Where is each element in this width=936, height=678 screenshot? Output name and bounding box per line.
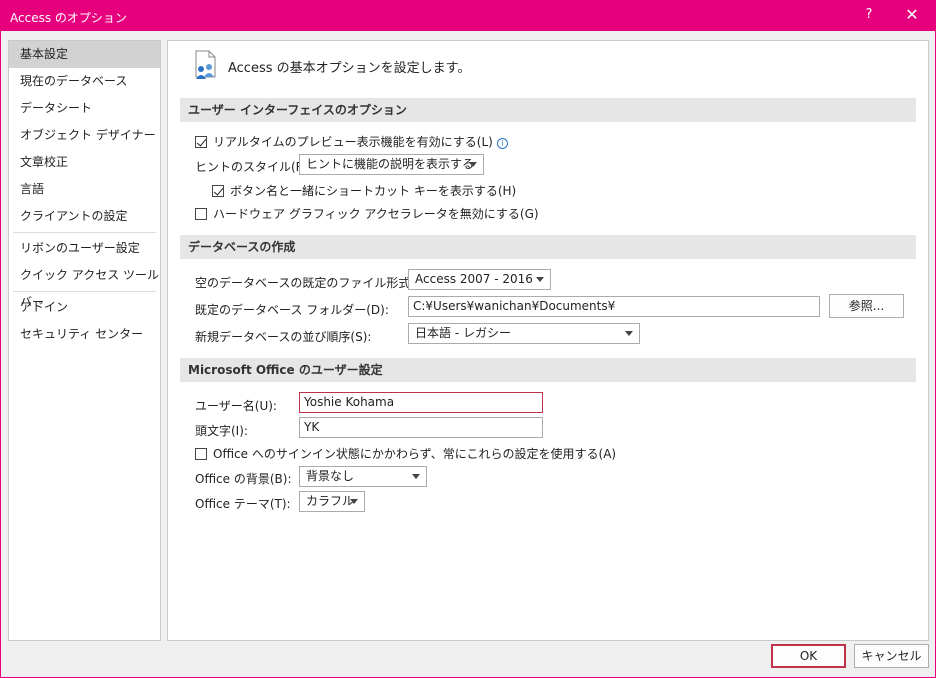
file-format-value: Access 2007 - 2016 [415, 272, 533, 286]
file-format-label: 空のデータベースの既定のファイル形式(F): [195, 276, 431, 290]
file-format-select[interactable]: Access 2007 - 2016 [408, 269, 551, 290]
nav-divider [13, 232, 156, 233]
always-use-option[interactable]: Office へのサインイン状態にかかわらず、常にこれらの設定を使用する(A) [195, 445, 616, 462]
office-theme-value: カラフル [306, 494, 355, 508]
options-people-icon [195, 50, 216, 79]
hw-accel-option[interactable]: ハードウェア グラフィック アクセラレータを無効にする(G) [195, 205, 539, 222]
nav-item-general[interactable]: 基本設定 [9, 41, 160, 68]
nav-item-customize-ribbon[interactable]: リボンのユーザー設定 [9, 235, 160, 262]
live-preview-option[interactable]: リアルタイムのプレビュー表示機能を有効にする(L) i [195, 133, 508, 150]
close-icon[interactable]: ✕ [899, 5, 925, 27]
nav-item-trust-center[interactable]: セキュリティ センター [9, 321, 160, 348]
chevron-down-icon [469, 162, 477, 167]
nav-item-object-designers[interactable]: オブジェクト デザイナー [9, 122, 160, 149]
nav-item-datasheet[interactable]: データシート [9, 95, 160, 122]
username-input[interactable]: Yoshie Kohama [299, 392, 543, 413]
always-use-label: Office へのサインイン状態にかかわらず、常にこれらの設定を使用する(A) [213, 447, 617, 461]
nav-item-current-database[interactable]: 現在のデータベース [9, 68, 160, 95]
cancel-button[interactable]: キャンセル [854, 644, 929, 668]
always-use-checkbox[interactable] [195, 448, 207, 460]
default-folder-label: 既定のデータベース フォルダー(D): [195, 303, 389, 317]
shortcut-keys-label: ボタン名と一緒にショートカット キーを表示する(H) [230, 184, 517, 198]
ok-button[interactable]: OK [771, 644, 846, 668]
office-theme-select[interactable]: カラフル [299, 491, 365, 512]
live-preview-label: リアルタイムのプレビュー表示機能を有効にする(L) [213, 135, 493, 149]
hw-accel-label: ハードウェア グラフィック アクセラレータを無効にする(G) [213, 207, 539, 221]
sort-order-label: 新規データベースの並び順序(S): [195, 330, 372, 344]
chevron-down-icon [625, 331, 633, 336]
section-office-settings: Microsoft Office のユーザー設定 [180, 358, 916, 382]
nav-item-proofing[interactable]: 文章校正 [9, 149, 160, 176]
hw-accel-checkbox[interactable] [195, 208, 207, 220]
chevron-down-icon [412, 474, 420, 479]
tooltip-style-select[interactable]: ヒントに機能の説明を表示する [299, 154, 484, 175]
help-icon[interactable]: ? [859, 7, 879, 25]
sort-order-value: 日本語 - レガシー [415, 326, 511, 340]
category-nav: 基本設定 現在のデータベース データシート オブジェクト デザイナー 文章校正 … [8, 40, 161, 641]
options-dialog: Access のオプション ? ✕ 基本設定 現在のデータベース データシート … [0, 0, 936, 678]
window-title: Access のオプション [10, 11, 127, 25]
username-label: ユーザー名(U): [195, 399, 277, 413]
office-theme-label: Office テーマ(T): [195, 497, 291, 511]
default-folder-input[interactable]: C:¥Users¥wanichan¥Documents¥ [408, 296, 820, 317]
tooltip-style-label: ヒントのスタイル(R): [195, 160, 313, 174]
office-background-value: 背景なし [306, 469, 355, 483]
title-bar: Access のオプション ? ✕ [1, 1, 935, 31]
nav-item-language[interactable]: 言語 [9, 176, 160, 203]
page-heading: Access の基本オプションを設定します。 [228, 61, 471, 76]
nav-item-add-ins[interactable]: アドイン [9, 294, 160, 321]
office-background-label: Office の背景(B): [195, 472, 292, 486]
shortcut-keys-checkbox[interactable] [212, 185, 224, 197]
tooltip-style-value: ヒントに機能の説明を表示する [306, 157, 475, 171]
chevron-down-icon [350, 499, 358, 504]
nav-item-client-settings[interactable]: クライアントの設定 [9, 203, 160, 230]
nav-item-quick-access-toolbar[interactable]: クイック アクセス ツール バー [9, 262, 160, 309]
browse-button[interactable]: 参照... [829, 294, 904, 318]
shortcut-keys-option[interactable]: ボタン名と一緒にショートカット キーを表示する(H) [212, 182, 516, 199]
options-panel: Access の基本オプションを設定します。 ユーザー インターフェイスのオプシ… [167, 40, 929, 641]
office-background-select[interactable]: 背景なし [299, 466, 427, 487]
section-db-create: データベースの作成 [180, 235, 916, 259]
initials-input[interactable]: YK [299, 417, 543, 438]
section-ui-options: ユーザー インターフェイスのオプション [180, 98, 916, 122]
chevron-down-icon [536, 277, 544, 282]
initials-label: 頭文字(I): [195, 424, 248, 438]
live-preview-checkbox[interactable] [195, 136, 207, 148]
sort-order-select[interactable]: 日本語 - レガシー [408, 323, 640, 344]
info-icon[interactable]: i [496, 138, 508, 149]
